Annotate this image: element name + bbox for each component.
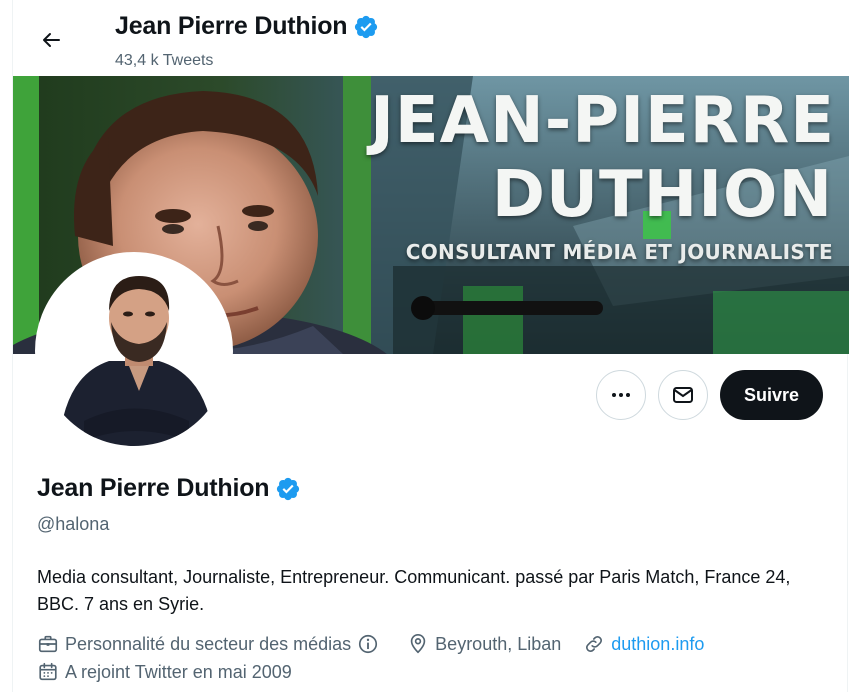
profile-display-name: Jean Pierre Duthion [37,474,270,502]
link-icon [586,636,603,652]
tweet-count: 43,4 k Tweets [115,52,214,69]
meta-row-2: A rejoint Twitter en mai 2009 [37,658,837,686]
banner-title-line-1: JEAN-PIERRE [370,84,835,158]
briefcase-icon [38,635,58,653]
follow-button[interactable]: Suivre [719,370,823,420]
info-icon[interactable] [357,633,385,655]
verified-badge-icon[interactable] [275,476,301,502]
profile-handle: @halona [37,514,110,534]
header-name-row: Jean Pierre Duthion [115,12,379,41]
calendar-icon [39,662,57,681]
message-button[interactable] [657,370,708,420]
banner-title-line-2: DUTHION [491,158,833,232]
meta-row-1: Personnalité du secteur des médias Beyro… [37,630,837,658]
website-link[interactable]: duthion.info [611,634,704,655]
meta-website: duthion.info [583,633,704,655]
avatar-image [39,256,229,446]
envelope-icon [672,387,693,403]
back-button[interactable] [31,20,71,60]
profile-page: Jean Pierre Duthion 43,4 k Tweets JEAN-P… [12,0,849,692]
location-text: Beyrouth, Liban [435,633,562,654]
meta-joined: A rejoint Twitter en mai 2009 [37,661,292,683]
more-dots-icon [611,393,630,397]
category-text: Personnalité du secteur des médias [65,633,352,654]
meta-location: Beyrouth, Liban [407,633,561,655]
profile-name-row: Jean Pierre Duthion [37,474,301,503]
banner-subtitle: CONSULTANT MÉDIA ET JOURNALISTE [405,240,833,264]
joined-text: A rejoint Twitter en mai 2009 [65,661,292,682]
arrow-left-icon [43,33,60,47]
profile-actions: Suivre [595,370,823,420]
header-display-name: Jean Pierre Duthion [115,12,348,40]
profile-bio: Media consultant, Journaliste, Entrepren… [37,567,791,614]
profile-header-bar: Jean Pierre Duthion 43,4 k Tweets [13,0,849,76]
meta-category: Personnalité du secteur des médias [37,633,385,655]
profile-meta: Personnalité du secteur des médias Beyro… [37,630,837,686]
more-options-button[interactable] [595,370,646,420]
avatar[interactable] [35,252,233,450]
verified-badge-icon[interactable] [353,14,379,40]
location-pin-icon [410,634,426,654]
